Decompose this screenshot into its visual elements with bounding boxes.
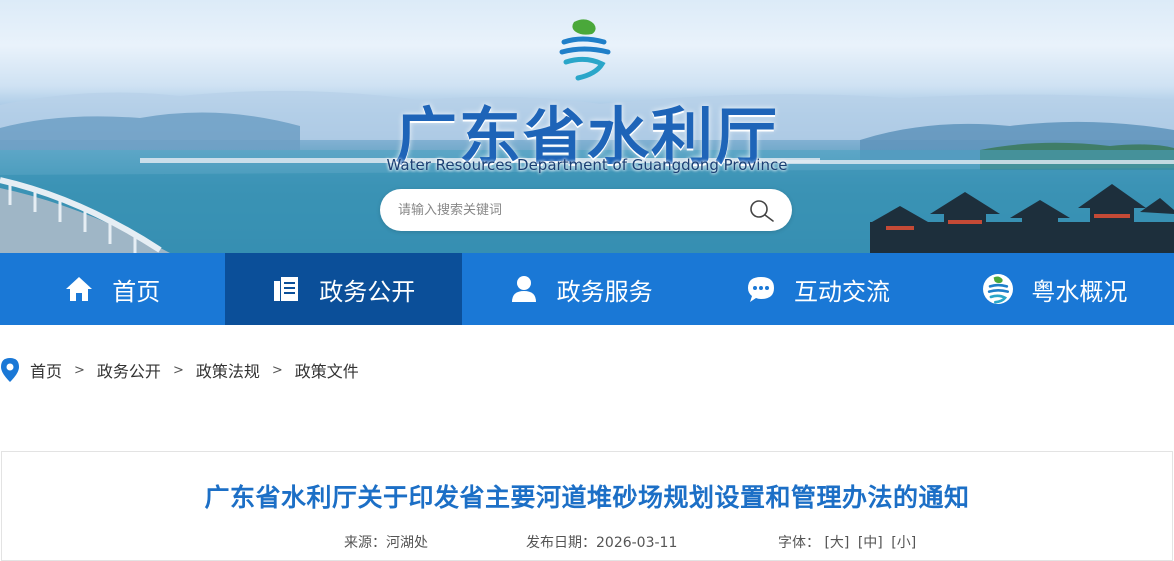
chat-icon xyxy=(746,274,776,304)
nav-item-home[interactable]: 首页 xyxy=(0,253,225,325)
yue-water-logo-icon xyxy=(559,19,611,81)
nav-label: 政务服务 xyxy=(556,277,653,306)
article-title: 广东省水利厅关于印发省主要河道堆砂场规划设置和管理办法的通知 xyxy=(204,483,970,512)
search-input[interactable] xyxy=(398,189,738,231)
nav-item-interaction[interactable]: 互动交流 xyxy=(699,253,936,325)
font-size-controls: 字体： [大] [中] [小] xyxy=(778,532,920,552)
breadcrumb-policy-documents[interactable]: 政策文件 xyxy=(295,358,359,382)
breadcrumb-separator: > xyxy=(271,362,283,378)
document-icon xyxy=(271,274,301,304)
breadcrumb: 首页 > 政务公开 > 政策法规 > 政策文件 xyxy=(0,352,359,388)
article-panel: 广东省水利厅关于印发省主要河道堆砂场规划设置和管理办法的通知 来源：河湖处 发布… xyxy=(1,451,1173,561)
source-value: 河湖处 xyxy=(386,535,428,551)
breadcrumb-policy-regulations[interactable]: 政策法规 xyxy=(196,358,260,382)
date-label: 发布日期： xyxy=(526,535,596,551)
search-box xyxy=(380,189,792,231)
source-label: 来源： xyxy=(344,535,386,551)
nav-item-government-affairs[interactable]: 政务公开 xyxy=(224,253,462,325)
date-value: 2026-03-11 xyxy=(596,535,678,551)
font-size-large-button[interactable]: [大] xyxy=(824,535,849,551)
location-pin-icon xyxy=(1,358,19,382)
font-label: 字体： xyxy=(778,535,820,551)
font-size-medium-button[interactable]: [中] xyxy=(858,535,883,551)
article-date: 发布日期：2026-03-11 xyxy=(526,532,677,552)
nav-label: 互动交流 xyxy=(793,277,890,306)
nav-label: 首页 xyxy=(112,277,161,306)
breadcrumb-separator: > xyxy=(172,362,184,378)
search-icon[interactable] xyxy=(748,199,776,223)
site-subtitle: Water Resources Department of Guangdong … xyxy=(386,156,788,174)
yue-water-logo-icon xyxy=(983,274,1014,304)
font-size-small-button[interactable]: [小] xyxy=(891,535,916,551)
breadcrumb-home[interactable]: 首页 xyxy=(30,358,62,382)
article-source: 来源：河湖处 xyxy=(344,532,428,552)
nav-label: 政务公开 xyxy=(319,277,416,306)
home-icon xyxy=(64,274,94,304)
breadcrumb-government-affairs[interactable]: 政务公开 xyxy=(97,358,161,382)
site-banner: 广东省水利厅 Water Resources Department of Gua… xyxy=(0,0,1174,253)
main-nav: 首页 政务公开 政务服务 互动交流 粤水概况 xyxy=(0,253,1174,325)
breadcrumb-separator: > xyxy=(74,362,85,378)
nav-item-government-services[interactable]: 政务服务 xyxy=(462,253,699,325)
nav-item-overview[interactable]: 粤水概况 xyxy=(937,253,1174,325)
nav-label: 粤水概况 xyxy=(1031,277,1128,306)
user-icon xyxy=(509,274,539,304)
